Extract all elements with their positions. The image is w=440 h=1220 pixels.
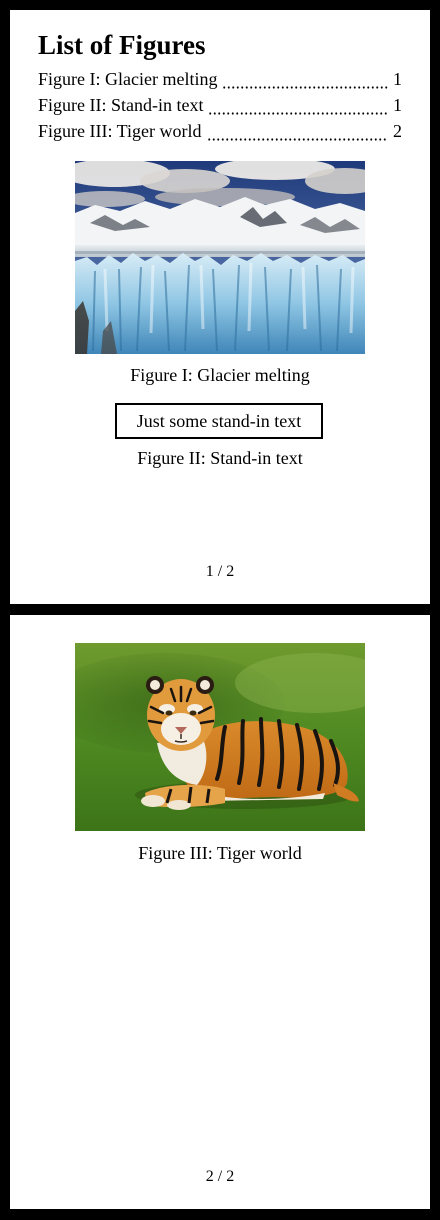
outline-entry-page: 1 — [393, 69, 402, 89]
list-of-figures: Figure I: Glacier melting 1 Figure II: S… — [38, 66, 402, 144]
outline-entry-title: Figure I: Glacier melting — [38, 69, 218, 89]
tiger-image — [75, 643, 365, 831]
outline-entry-page: 1 — [393, 95, 402, 115]
outline-entry-page: 2 — [393, 121, 402, 141]
page-2: Figure III: Tiger world 2 / 2 — [10, 615, 430, 1209]
figure-caption-tiger: Figure III: Tiger world — [138, 843, 302, 863]
glacier-image — [75, 161, 365, 354]
figure-caption-stand-in: Figure II: Stand-in text — [137, 448, 303, 468]
figure-caption-glacier: Figure I: Glacier melting — [130, 365, 310, 385]
outline-entry-figure-3[interactable]: Figure III: Tiger world 2 — [38, 118, 402, 144]
outline-entry-title: Figure II: Stand-in text — [38, 95, 204, 115]
outline-title: List of Figures — [38, 30, 206, 60]
page-number: 2 / 2 — [205, 1168, 235, 1185]
stand-in-text-box: Just some stand-in text — [115, 403, 323, 439]
outline-entry-title: Figure III: Tiger world — [38, 121, 202, 141]
leader-dots — [206, 127, 388, 141]
leader-dots — [208, 101, 388, 115]
page-1: List of Figures Figure I: Glacier meltin… — [10, 10, 430, 604]
leader-dots — [222, 75, 388, 89]
outline-entry-figure-2[interactable]: Figure II: Stand-in text 1 — [38, 92, 402, 118]
outline-entry-figure-1[interactable]: Figure I: Glacier melting 1 — [38, 66, 402, 92]
page-number: 1 / 2 — [205, 563, 235, 580]
